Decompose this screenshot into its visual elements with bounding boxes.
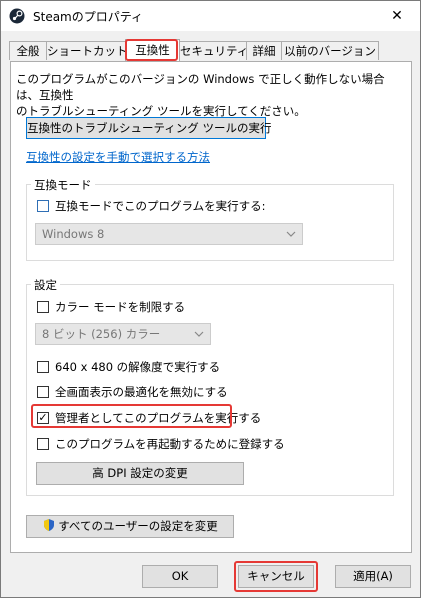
os-select-value: Windows 8 [42, 227, 105, 241]
color-select-value: 8 ビット (256) カラー [42, 327, 161, 341]
color-mode-checkbox[interactable] [37, 301, 49, 313]
ok-button[interactable]: OK [142, 565, 218, 588]
all-users-button[interactable]: すべてのユーザーの設定を変更 [26, 515, 234, 538]
compat-description: このプログラムがこのバージョンの Windows で正しく動作しない場合は、互換… [16, 71, 406, 119]
checkmark-icon: ✓ [38, 411, 48, 424]
tab-security[interactable]: セキュリティ [179, 41, 248, 60]
settings-legend: 設定 [31, 277, 60, 293]
compat-mode-checkbox[interactable] [37, 200, 49, 212]
fullscreen-opt-checkbox[interactable] [37, 386, 49, 398]
compat-description-line1: このプログラムがこのバージョンの Windows で正しく動作しない場合は、互換… [16, 72, 385, 102]
close-button[interactable]: ✕ [374, 1, 420, 31]
apply-button[interactable]: 適用(A) [335, 565, 411, 588]
troubleshoot-button[interactable]: 互換性のトラブルシューティング ツールの実行 [26, 117, 271, 139]
restart-register-label: このプログラムを再起動するために登録する [55, 437, 285, 451]
close-icon: ✕ [391, 8, 403, 24]
tab-compatibility[interactable]: 互換性 [125, 39, 180, 61]
cancel-button[interactable]: キャンセル [238, 565, 314, 588]
window-title: Steamのプロパティ [33, 10, 144, 24]
tab-shortcut[interactable]: ショートカット [46, 41, 128, 60]
chevron-down-icon [286, 231, 296, 237]
high-dpi-button[interactable]: 高 DPI 設定の変更 [36, 462, 244, 485]
tab-bar: 全般 ショートカット 互換性 セキュリティ 詳細 以前のバージョン [1, 39, 420, 61]
properties-window: Steamのプロパティ ✕ 全般 ショートカット 互換性 セキュリティ 詳細 以… [0, 0, 421, 598]
tab-details[interactable]: 詳細 [246, 41, 282, 60]
uac-shield-icon [44, 519, 55, 531]
compat-mode-legend: 互換モード [31, 177, 95, 193]
tab-previous-versions[interactable]: 以前のバージョン [281, 41, 379, 60]
chevron-down-icon [194, 331, 204, 337]
resolution-label: 640 x 480 の解像度で実行する [55, 360, 221, 374]
run-as-admin-checkbox[interactable]: ✓ [37, 412, 49, 424]
manual-settings-link[interactable]: 互換性の設定を手動で選択する方法 [26, 149, 210, 165]
color-select[interactable]: 8 ビット (256) カラー [35, 323, 211, 345]
all-users-button-label: すべてのユーザーの設定を変更 [58, 519, 218, 533]
resolution-checkbox[interactable] [37, 361, 49, 373]
steam-icon [9, 8, 25, 24]
os-select[interactable]: Windows 8 [35, 223, 303, 245]
color-mode-label: カラー モードを制限する [55, 300, 186, 314]
restart-register-checkbox[interactable] [37, 438, 49, 450]
title-bar[interactable]: Steamのプロパティ ✕ [1, 1, 420, 31]
tab-general[interactable]: 全般 [9, 41, 47, 60]
fullscreen-opt-label: 全画面表示の最適化を無効にする [55, 385, 228, 399]
run-as-admin-label: 管理者としてこのプログラムを実行する [55, 411, 262, 425]
compat-mode-label: 互換モードでこのプログラムを実行する: [55, 199, 266, 213]
